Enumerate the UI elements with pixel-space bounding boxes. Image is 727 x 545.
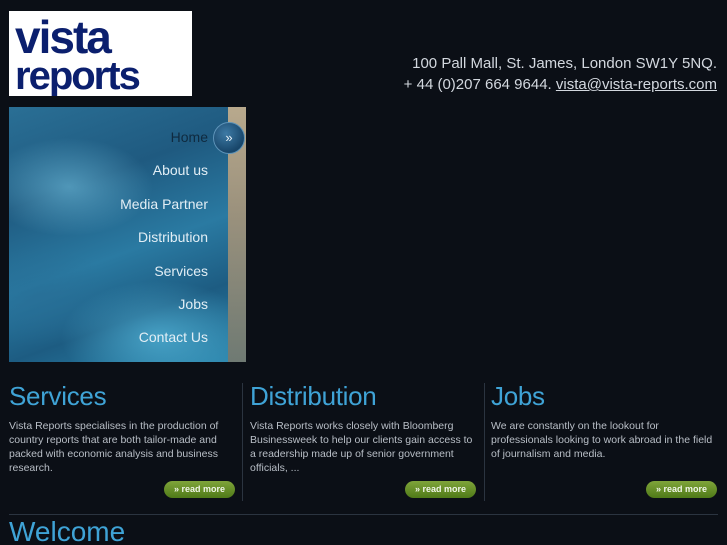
jobs-read-more-button[interactable]: » read more xyxy=(646,481,717,498)
nav-item-contact-us[interactable]: Contact Us xyxy=(139,329,208,345)
jobs-text: We are constantly on the lookout for pro… xyxy=(491,420,713,460)
nav-item-home[interactable]: Home xyxy=(171,129,208,145)
nav-item-distribution[interactable]: Distribution xyxy=(138,229,208,245)
logo-line-2: reports xyxy=(15,54,140,96)
vista-reports-logo[interactable]: vista reports xyxy=(9,11,192,96)
nav-item-jobs[interactable]: Jobs xyxy=(178,296,208,312)
chevron-right-icon: » xyxy=(213,122,245,154)
services-read-more-button[interactable]: » read more xyxy=(164,481,235,498)
distribution-heading: Distribution xyxy=(250,381,377,411)
distribution-column: Distribution Vista Reports works closely… xyxy=(250,383,476,501)
services-heading: Services xyxy=(9,381,107,411)
nav-item-media-partner[interactable]: Media Partner xyxy=(120,196,208,212)
distribution-text: Vista Reports works closely with Bloombe… xyxy=(250,420,473,474)
main-navigation: Home About us Media Partner Distribution… xyxy=(9,107,246,362)
nav-item-services[interactable]: Services xyxy=(154,263,208,279)
phone-email-line: + 44 (0)207 664 9644. vista@vista-report… xyxy=(404,74,717,95)
jobs-column: Jobs We are constantly on the lookout fo… xyxy=(491,383,717,501)
section-divider xyxy=(9,514,718,515)
jobs-heading: Jobs xyxy=(491,381,545,411)
email-link[interactable]: vista@vista-reports.com xyxy=(556,76,717,93)
services-column: Services Vista Reports specialises in th… xyxy=(9,383,235,501)
column-divider xyxy=(242,383,243,501)
services-text: Vista Reports specialises in the product… xyxy=(9,420,219,474)
welcome-heading: Welcome xyxy=(9,516,126,545)
contact-info: 100 Pall Mall, St. James, London SW1Y 5N… xyxy=(404,53,717,95)
column-divider xyxy=(484,383,485,501)
phone-text: + 44 (0)207 664 9644. xyxy=(403,76,552,93)
distribution-read-more-button[interactable]: » read more xyxy=(405,481,476,498)
address-text: 100 Pall Mall, St. James, London SW1Y 5N… xyxy=(412,55,717,72)
nav-item-about-us[interactable]: About us xyxy=(153,162,208,178)
